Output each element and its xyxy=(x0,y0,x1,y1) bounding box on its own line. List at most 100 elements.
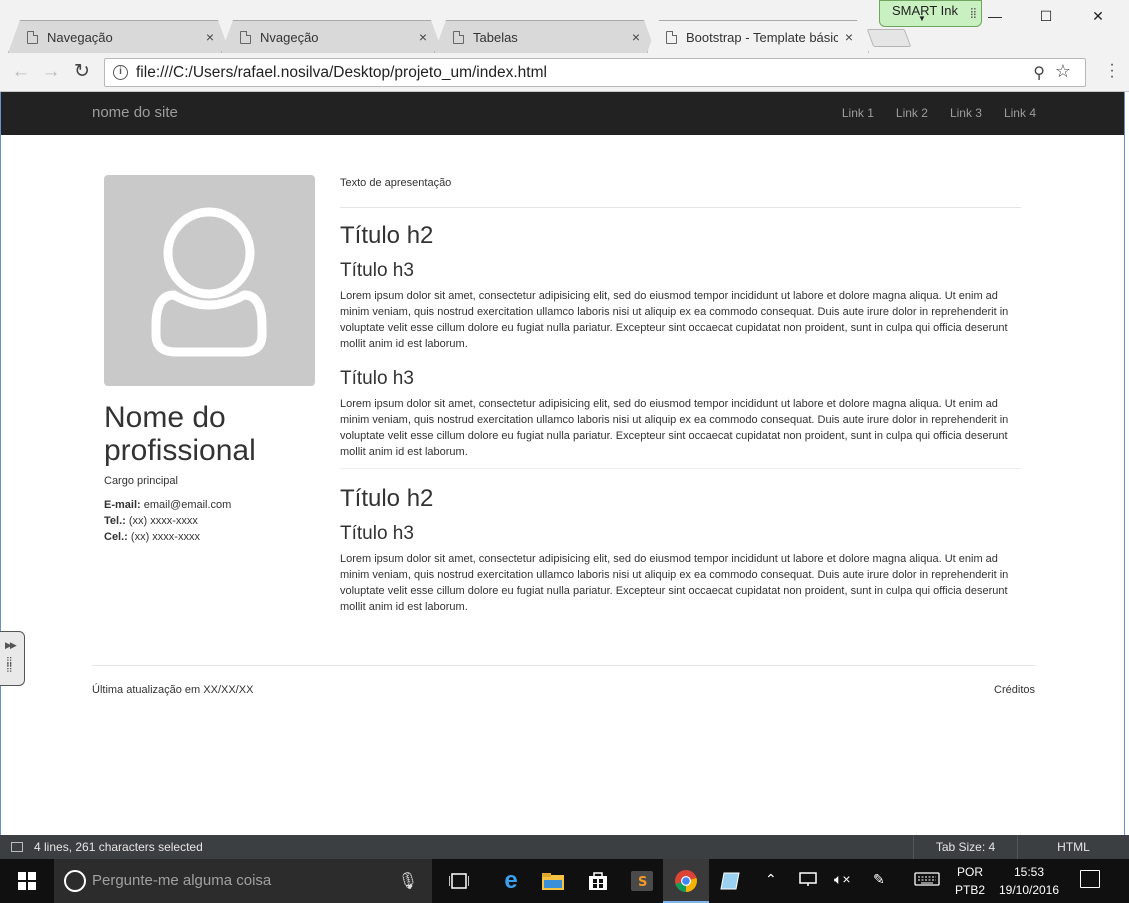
minimize-button[interactable]: — xyxy=(972,0,1018,32)
tel-label: Tel.: xyxy=(104,515,126,527)
language-code: POR xyxy=(956,865,983,879)
menu-dots-icon[interactable]: · · · xyxy=(1109,57,1115,85)
maximize-button[interactable]: ☐ xyxy=(1023,0,1069,32)
nav-link-2[interactable]: Link 2 xyxy=(896,106,928,120)
browser-tab-navegacao[interactable]: Navegação × xyxy=(8,20,230,53)
windows-start-icon[interactable] xyxy=(0,859,54,903)
keyboard-layout: PTB2 xyxy=(954,883,985,897)
selection-status: 4 lines, 261 characters selected xyxy=(34,840,203,854)
cel-label: Cel.: xyxy=(104,531,128,543)
email-label: E-mail: xyxy=(104,499,141,511)
store-icon[interactable] xyxy=(584,867,612,895)
section-heading-h2: Título h2 xyxy=(340,485,434,512)
section-heading-h2: Título h2 xyxy=(340,222,434,249)
document-icon xyxy=(240,31,251,44)
smart-ink-toolbar[interactable]: SMART Ink ▼ ⣿ xyxy=(879,0,982,27)
paragraph: Lorem ipsum dolor sit amet, consectetur … xyxy=(340,290,1009,350)
browser-tab-nvagecao[interactable]: Nvageção × xyxy=(221,20,443,53)
footer-updated: Última atualização em XX/XX/XX xyxy=(92,684,254,696)
intro-text: Texto de apresentação xyxy=(340,175,1021,208)
tel-value: (xx) xxxx-xxxx xyxy=(128,515,198,527)
tab-label: Tabelas xyxy=(473,29,518,45)
editor-status-bar: 4 lines, 261 characters selected Tab Siz… xyxy=(0,835,1129,859)
browser-toolbar: ← → ↻ i file:///C:/Users/rafael.nosilva/… xyxy=(0,53,1129,92)
footer-credits[interactable]: Créditos xyxy=(994,684,1035,696)
chrome-icon[interactable] xyxy=(672,867,700,895)
volume-muted-icon[interactable]: 🔈︎× xyxy=(834,871,851,888)
smart-side-handle[interactable]: ▶▶ ⣿ ⣿ xyxy=(0,631,25,686)
microphone-icon[interactable]: 🎙 xyxy=(398,871,418,891)
nav-links: Link 1 Link 2 Link 3 Link 4 xyxy=(820,106,1036,120)
network-icon[interactable] xyxy=(799,871,819,890)
new-tab-button[interactable] xyxy=(866,29,912,47)
contact-email: E-mail: email@email.com xyxy=(104,497,231,513)
nav-link-3[interactable]: Link 3 xyxy=(950,106,982,120)
subheading-h3: Título h3 xyxy=(340,368,414,389)
file-explorer-icon[interactable] xyxy=(539,867,567,895)
contact-tel: Tel.: (xx) xxxx-xxxx xyxy=(104,513,231,529)
profile-contacts: E-mail: email@email.com Tel.: (xx) xxxx-… xyxy=(104,497,231,545)
url-text[interactable]: file:///C:/Users/rafael.nosilva/Desktop/… xyxy=(136,64,547,82)
reload-icon[interactable]: ↻ xyxy=(70,60,94,84)
sublime-text-icon[interactable]: S xyxy=(628,867,656,895)
profile-role: Cargo principal xyxy=(104,475,178,487)
document-icon xyxy=(453,31,464,44)
chevron-down-icon: ▼ xyxy=(918,14,926,23)
content-section: Título h2 Título h3 Lorem ipsum dolor si… xyxy=(340,222,1021,469)
profile-avatar xyxy=(104,175,315,386)
forward-arrow-icon[interactable]: → xyxy=(39,60,63,84)
windows-taskbar: Pergunte-me alguma coisa 🎙 e S ⌃ 🔈︎× ✎ P… xyxy=(0,859,1129,903)
user-avatar-icon xyxy=(151,207,267,357)
paragraph: Lorem ipsum dolor sit amet, consectetur … xyxy=(340,553,1009,613)
keyboard-icon[interactable] xyxy=(914,871,940,890)
clock-date: 19/10/2016 xyxy=(998,883,1060,897)
notification-icon[interactable] xyxy=(1080,870,1100,888)
close-icon[interactable]: × xyxy=(203,29,217,45)
tab-size-selector[interactable]: Tab Size: 4 xyxy=(913,835,1017,859)
tray-chevron-icon[interactable]: ⌃ xyxy=(765,871,777,888)
nav-link-4[interactable]: Link 4 xyxy=(1004,106,1036,120)
subheading-h3: Título h3 xyxy=(340,260,414,281)
syntax-selector[interactable]: HTML xyxy=(1017,835,1129,859)
double-chevron-icon: ▶▶ xyxy=(5,640,17,650)
content-section: Título h2 Título h3 Lorem ipsum dolor si… xyxy=(340,485,1021,623)
close-window-button[interactable]: ✕ xyxy=(1075,0,1121,32)
edge-icon[interactable]: e xyxy=(497,867,525,895)
profile-name: Nome do profissional xyxy=(104,401,256,467)
browser-tab-tabelas[interactable]: Tabelas × xyxy=(434,20,656,53)
browser-titlebar: Navegação × Nvageção × Tabelas × Bootstrap … xyxy=(0,0,1129,53)
email-value: email@email.com xyxy=(143,499,232,511)
input-language[interactable]: POR PTB2 xyxy=(954,863,986,899)
panel-icon[interactable] xyxy=(11,842,23,852)
grip-icon: ⣿ ⣿ xyxy=(6,656,14,672)
site-brand[interactable]: nome do site xyxy=(92,104,178,121)
pen-icon[interactable]: ✎ xyxy=(873,871,885,888)
window-border-right xyxy=(1124,92,1129,835)
close-icon[interactable]: × xyxy=(629,29,643,45)
close-icon[interactable]: × xyxy=(842,29,856,45)
back-arrow-icon[interactable]: ← xyxy=(9,60,33,84)
page-footer: Última atualização em XX/XX/XX Créditos xyxy=(92,665,1035,705)
tab-label: Nvageção xyxy=(260,29,319,45)
notepad-icon[interactable] xyxy=(716,867,744,895)
search-placeholder: Pergunte-me alguma coisa xyxy=(92,872,272,889)
nav-link-1[interactable]: Link 1 xyxy=(842,106,874,120)
close-icon[interactable]: × xyxy=(416,29,430,45)
cortana-search-box[interactable]: Pergunte-me alguma coisa 🎙 xyxy=(54,859,432,903)
browser-tab-bootstrap[interactable]: Bootstrap - Template básico × xyxy=(647,20,869,53)
main-column: Texto de apresentação Título h2 Título h… xyxy=(340,175,1021,623)
info-icon[interactable]: i xyxy=(113,65,128,80)
document-icon xyxy=(27,31,38,44)
address-bar[interactable]: i file:///C:/Users/rafael.nosilva/Deskto… xyxy=(104,58,1086,87)
svg-text:S: S xyxy=(638,875,647,890)
page-content: Nome do profissional Cargo principal E-m… xyxy=(1,135,1124,835)
tab-label: Bootstrap - Template básico xyxy=(686,29,838,45)
system-clock[interactable]: 15:53 19/10/2016 xyxy=(996,863,1062,899)
bookmark-star-icon[interactable]: ☆ xyxy=(1055,61,1071,82)
task-view-icon[interactable] xyxy=(445,867,473,895)
cortana-icon xyxy=(64,870,86,892)
zoom-icon[interactable]: ⚲ xyxy=(1033,63,1045,83)
paragraph: Lorem ipsum dolor sit amet, consectetur … xyxy=(340,398,1009,458)
site-navbar: nome do site Link 1 Link 2 Link 3 Link 4 xyxy=(1,92,1125,135)
clock-time: 15:53 xyxy=(1013,865,1045,879)
